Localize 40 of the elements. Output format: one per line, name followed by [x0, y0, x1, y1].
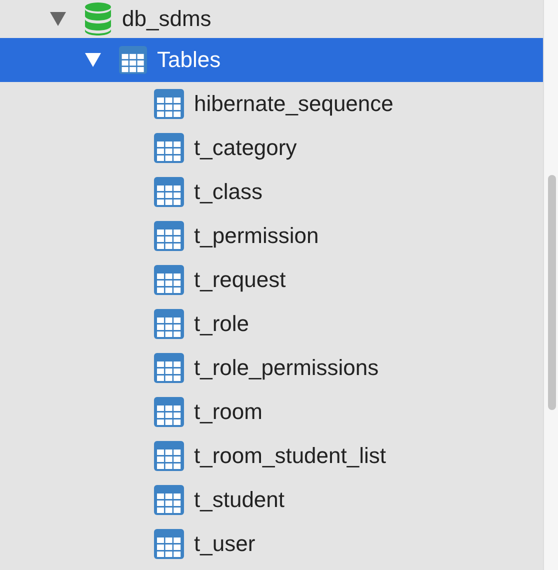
tree-item-label: t_room_student_list [194, 443, 386, 469]
table-icon [154, 485, 184, 515]
tree-item-label: t_role_permissions [194, 355, 379, 381]
tree-row[interactable]: t_permission [0, 214, 543, 258]
table-icon [154, 221, 184, 251]
table-icon [154, 177, 184, 207]
tree-row[interactable]: t_role_permissions [0, 346, 543, 390]
tree-item-label: t_user [194, 531, 256, 557]
table-icon [154, 309, 184, 339]
table-icon [154, 133, 184, 163]
tree-row[interactable]: t_user [0, 522, 543, 566]
tree-item-label: t_student [194, 487, 285, 513]
tree-row[interactable]: t_category [0, 126, 543, 170]
tree-row[interactable]: t_role [0, 302, 543, 346]
table-icon [154, 397, 184, 427]
tree-item-label: t_permission [194, 223, 319, 249]
tree-item-label: t_class [194, 179, 262, 205]
tree-item-label: t_room [194, 399, 262, 425]
tree-item-label: Tables [157, 47, 221, 73]
tree-row[interactable]: t_class [0, 170, 543, 214]
tree-row[interactable]: Tables [0, 38, 543, 82]
table-icon [154, 441, 184, 471]
tree-row[interactable]: t_request [0, 258, 543, 302]
table-icon [154, 89, 184, 119]
tree-row[interactable]: t_student [0, 478, 543, 522]
database-icon [84, 2, 112, 36]
scrollbar[interactable] [543, 0, 558, 570]
table-icon [119, 46, 147, 74]
tree-item-label: t_role [194, 311, 250, 337]
table-icon [154, 265, 184, 295]
table-icon [154, 353, 184, 383]
tree-row[interactable]: hibernate_sequence [0, 82, 543, 126]
tree-row[interactable]: t_room [0, 390, 543, 434]
tree-item-label: db_sdms [122, 6, 212, 32]
scrollbar-thumb[interactable] [548, 175, 556, 410]
tree-item-label: t_request [194, 267, 286, 293]
tree-row[interactable]: t_room_student_list [0, 434, 543, 478]
table-icon [154, 529, 184, 559]
tree-item-label: hibernate_sequence [194, 91, 394, 117]
tree-item-label: t_category [194, 135, 297, 161]
